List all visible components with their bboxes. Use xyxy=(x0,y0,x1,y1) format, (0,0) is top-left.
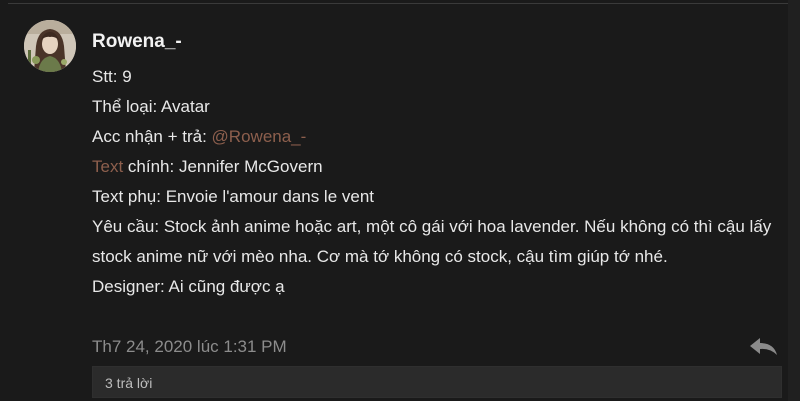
account-label: Acc nhận + trả: xyxy=(92,127,212,146)
line-request: Yêu cầu: Stock ảnh anime hoặc art, một c… xyxy=(92,217,772,266)
post-timestamp[interactable]: Th7 24, 2020 lúc 1:31 PM xyxy=(92,336,287,358)
line-designer: Designer: Ai cũng được ạ xyxy=(92,277,285,296)
page: Rowena_- Stt: 9 Thể loại: Avatar Acc nhậ… xyxy=(0,0,800,401)
line-stt: Stt: 9 xyxy=(92,62,782,92)
line-category: Thể loại: Avatar xyxy=(92,92,782,122)
username[interactable]: Rowena_- xyxy=(92,30,182,54)
comment-post: Rowena_- Stt: 9 Thể loại: Avatar Acc nhậ… xyxy=(0,0,800,401)
line-account: Acc nhận + trả: @Rowena_- xyxy=(92,122,782,152)
stt-value: 9 xyxy=(122,67,132,86)
stt-label: Stt: xyxy=(92,67,123,86)
main-text-value: chính: Jennifer McGovern xyxy=(123,157,323,176)
post-body: Stt: 9 Thể loại: Avatar Acc nhận + trả: … xyxy=(92,62,782,302)
line-sub-text: Text phụ: Envoie l'amour dans le vent xyxy=(92,187,375,206)
category-label: Thể loại: xyxy=(92,97,161,116)
reply-arrow-icon[interactable] xyxy=(746,334,780,358)
user-mention-link[interactable]: @Rowena_- xyxy=(212,127,307,146)
avatar[interactable] xyxy=(24,20,76,72)
avatar-image xyxy=(24,20,76,72)
line-main-text: Text chính: Jennifer McGovern xyxy=(92,152,782,182)
replies-toggle[interactable]: 3 trả lời xyxy=(92,366,782,398)
text-link[interactable]: Text xyxy=(92,157,123,176)
replies-count-label: 3 trả lời xyxy=(105,375,153,391)
category-value: Avatar xyxy=(161,97,210,116)
